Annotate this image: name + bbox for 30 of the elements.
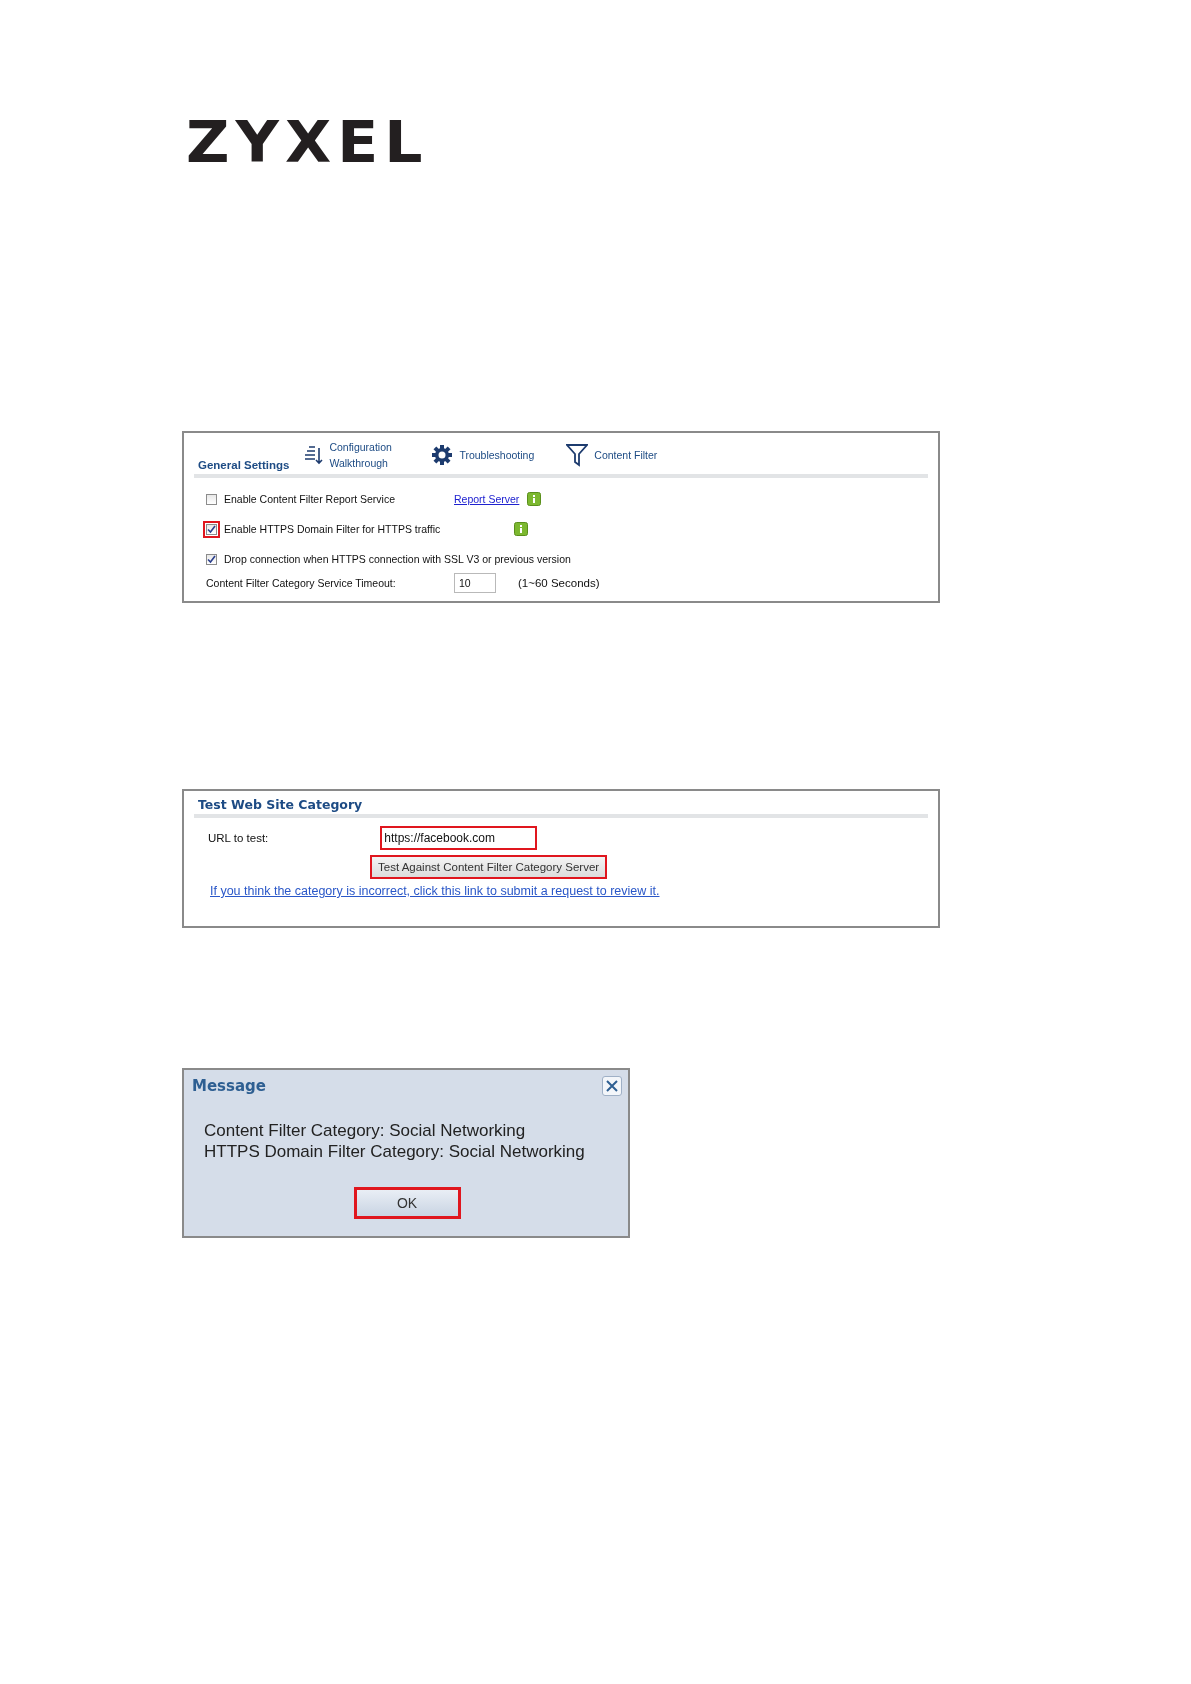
- option-label: Enable Content Filter Report Service: [224, 493, 395, 505]
- dialog-title: Message: [192, 1077, 266, 1095]
- toolbar-link[interactable]: Configuration Walkthrough: [329, 439, 400, 471]
- field-label: URL to test:: [208, 832, 269, 844]
- close-button[interactable]: [602, 1076, 622, 1096]
- logo: ZYXEL: [186, 113, 429, 171]
- review-link[interactable]: If you think the category is incorrect, click this link to submit a request to review it.: [210, 884, 660, 898]
- section-title: General Settings: [198, 459, 290, 471]
- info-icon[interactable]: [527, 492, 542, 506]
- url-field[interactable]: https://facebook.com: [380, 826, 538, 850]
- toolbar-link[interactable]: Content Filter: [594, 447, 658, 463]
- section-title: Test Web Site Category: [198, 797, 363, 812]
- checkbox[interactable]: [206, 493, 217, 505]
- gear-icon: [431, 444, 454, 466]
- checkbox[interactable]: [206, 553, 217, 565]
- report-server-link[interactable]: Report Server: [454, 493, 524, 505]
- ok-button[interactable]: OK: [353, 1187, 461, 1219]
- field-label: Content Filter Category Service Timeout:: [206, 577, 396, 589]
- option-label: Enable HTTPS Domain Filter for HTTPS traffic: [224, 523, 441, 535]
- toolbar-link[interactable]: Troubleshooting: [459, 447, 535, 463]
- funnel-icon: [566, 443, 589, 467]
- message-text: Content Filter Category: Social Networking: [204, 1120, 526, 1141]
- message-text: HTTPS Domain Filter Category: Social Networking: [204, 1141, 585, 1162]
- info-icon[interactable]: [514, 522, 528, 536]
- timeout-field[interactable]: 10: [454, 573, 496, 593]
- test-button[interactable]: Test Against Content Filter Category Server: [370, 855, 608, 879]
- close-icon: [606, 1080, 618, 1092]
- list-arrow-icon: [303, 444, 324, 466]
- option-label: Drop connection when HTTPS connection with SSL V3 or previous version: [224, 553, 571, 565]
- range-hint: (1~60 Seconds): [518, 577, 600, 589]
